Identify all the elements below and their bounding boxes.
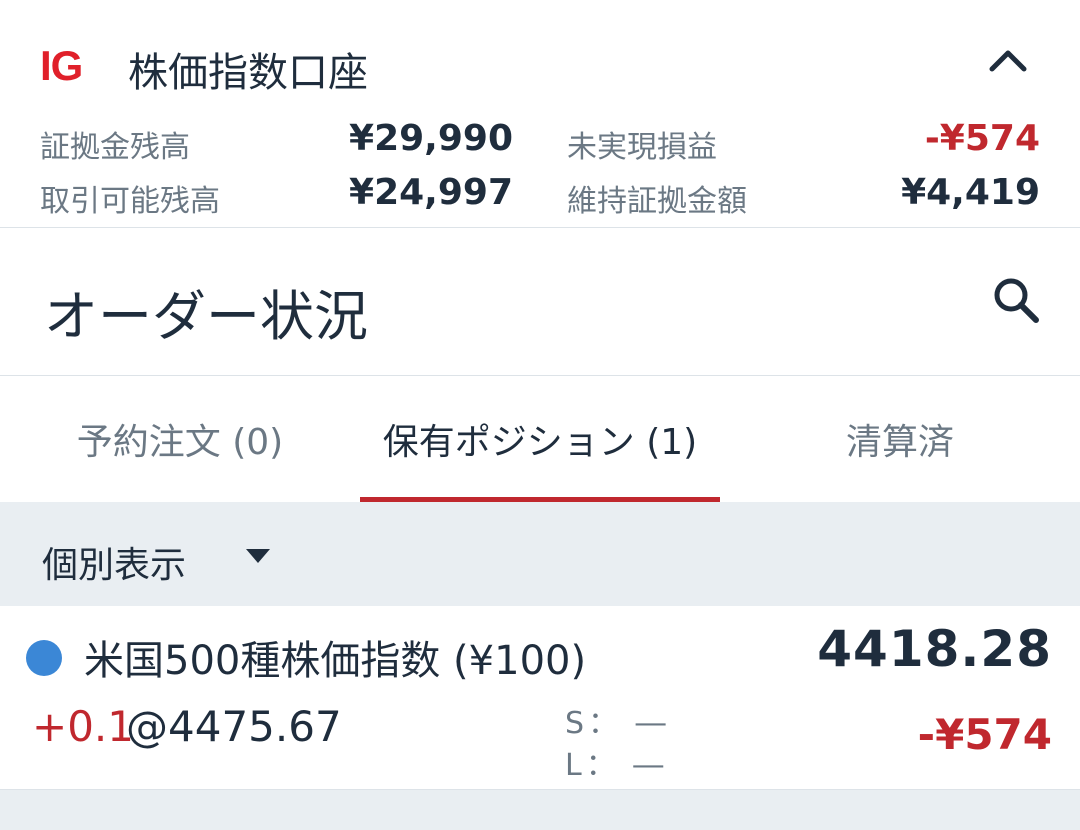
search-button[interactable] xyxy=(986,270,1046,330)
available-balance-label: 取引可能残高 xyxy=(40,184,220,219)
tab-pending-orders[interactable]: 予約注文 (0) xyxy=(0,376,360,502)
caret-down-icon[interactable] xyxy=(244,546,272,566)
view-filter-label: 個別表示 xyxy=(42,545,187,586)
limit-level: L： ― xyxy=(565,748,668,783)
ig-logo: IG xyxy=(40,42,83,89)
margin-balance-label: 証拠金残高 xyxy=(40,130,190,165)
page-header: オーダー状況 xyxy=(0,228,1080,376)
maintenance-margin-label: 維持証拠金額 xyxy=(567,184,747,219)
tab-closed[interactable]: 清算済 xyxy=(720,376,1080,502)
maintenance-margin-value: ¥4,419 xyxy=(901,172,1040,213)
stop-level: S： ― xyxy=(565,706,670,741)
status-dot xyxy=(26,640,62,676)
open-level: @4475.67 xyxy=(126,702,342,751)
available-balance-value: ¥24,997 xyxy=(349,172,513,213)
instrument-name: 米国500種株価指数 (¥100) xyxy=(84,638,587,684)
current-price: 4418.28 xyxy=(817,620,1052,678)
position-pnl: -¥574 xyxy=(917,710,1052,759)
unrealized-pnl-value: -¥574 xyxy=(924,118,1040,159)
tab-bar: 予約注文 (0) 保有ポジション (1) 清算済 xyxy=(0,376,1080,502)
view-filter[interactable]: 個別表示 xyxy=(0,502,1080,606)
account-title: 株価指数口座 xyxy=(128,50,368,96)
page-title: オーダー状況 xyxy=(44,285,368,348)
position-row[interactable]: 米国500種株価指数 (¥100) 4418.28 +0.1 @4475.67 … xyxy=(0,606,1080,790)
tab-open-positions[interactable]: 保有ポジション (1) xyxy=(360,376,720,502)
collapse-button[interactable] xyxy=(980,36,1036,84)
search-icon xyxy=(994,278,1039,323)
unrealized-pnl-label: 未実現損益 xyxy=(567,130,717,165)
account-summary: IG 株価指数口座 証拠金残高 ¥29,990 取引可能残高 ¥24,997 未… xyxy=(0,0,1080,228)
position-size: +0.1 xyxy=(32,702,134,751)
chevron-up-icon xyxy=(989,50,1027,72)
margin-balance-value: ¥29,990 xyxy=(349,118,513,159)
